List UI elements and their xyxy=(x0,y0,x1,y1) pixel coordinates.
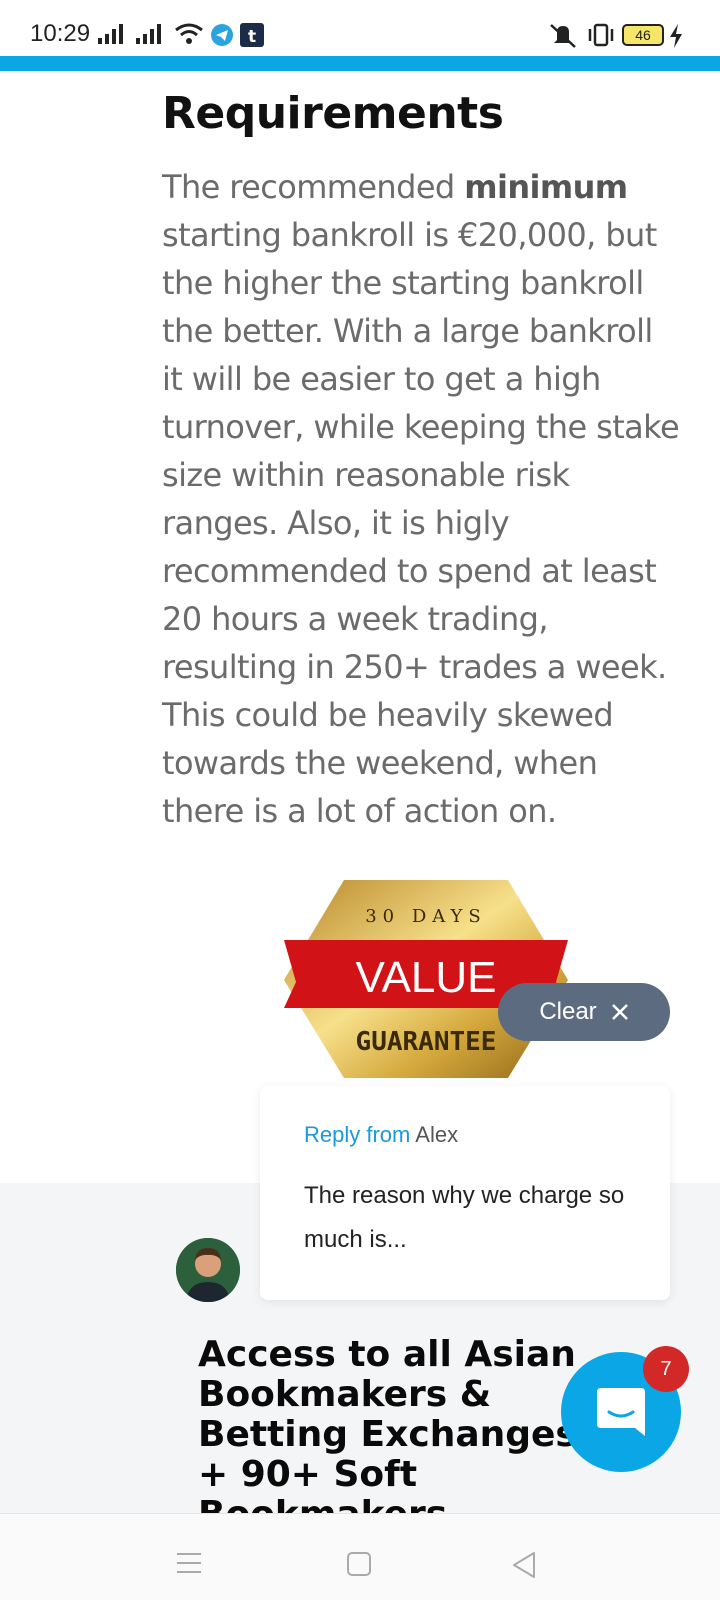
signal-icon xyxy=(136,24,161,44)
clear-label: Clear xyxy=(539,998,597,1025)
avatar[interactable] xyxy=(176,1238,240,1302)
reading-progress-bar xyxy=(0,56,720,71)
telegram-icon xyxy=(211,24,233,46)
charging-icon xyxy=(670,24,682,48)
tumblr-icon: t xyxy=(240,23,264,47)
reply-preview-card[interactable]: Reply from Alex The reason why we charge… xyxy=(260,1086,670,1300)
requirements-body: The recommended minimum starting bankrol… xyxy=(162,163,682,835)
system-nav-bar xyxy=(0,1513,720,1600)
value-guarantee-badge: 30 DAYS VALUE GUARANTEE xyxy=(284,880,568,1078)
battery-icon: 46 xyxy=(622,24,664,46)
requirements-title: Requirements xyxy=(162,88,504,139)
reply-header: Reply from Alex xyxy=(304,1122,626,1148)
reply-author: Alex xyxy=(415,1122,459,1147)
reply-message: The reason why we charge so much is... xyxy=(304,1182,625,1253)
close-icon xyxy=(611,1004,628,1020)
badge-middle-text: VALUE xyxy=(355,953,496,1002)
vibrate-off-icon xyxy=(550,24,576,48)
back-icon[interactable] xyxy=(512,1552,536,1578)
badge-top-text: 30 DAYS xyxy=(365,906,487,927)
body-bold-text: minimum xyxy=(464,168,628,206)
section-title: Access to all Asian Bookmakers & Betting… xyxy=(198,1334,577,1535)
reply-prefix: Reply from xyxy=(304,1122,411,1147)
body-text: The recommended xyxy=(162,168,465,206)
chat-icon xyxy=(597,1388,645,1436)
clear-button[interactable]: Clear xyxy=(498,983,670,1041)
menu-icon[interactable] xyxy=(176,1552,202,1574)
requirements-section: Requirements The recommended minimum sta… xyxy=(162,88,682,835)
person-icon xyxy=(176,1238,240,1302)
status-time: 10:29 xyxy=(30,20,91,47)
body-text: starting bankroll is €20,000, but the hi… xyxy=(162,216,680,830)
wifi-icon xyxy=(175,23,203,44)
battery-level: 46 xyxy=(635,27,651,43)
vibrate-icon xyxy=(588,23,614,47)
badge-bottom-text: GUARANTEE xyxy=(356,1027,497,1057)
signal-icon xyxy=(98,24,123,44)
svg-text:t: t xyxy=(248,27,256,47)
status-bar: 10:29 t 46 xyxy=(0,0,720,56)
unread-count-badge: 7 xyxy=(643,1346,689,1392)
home-icon[interactable] xyxy=(347,1552,371,1576)
